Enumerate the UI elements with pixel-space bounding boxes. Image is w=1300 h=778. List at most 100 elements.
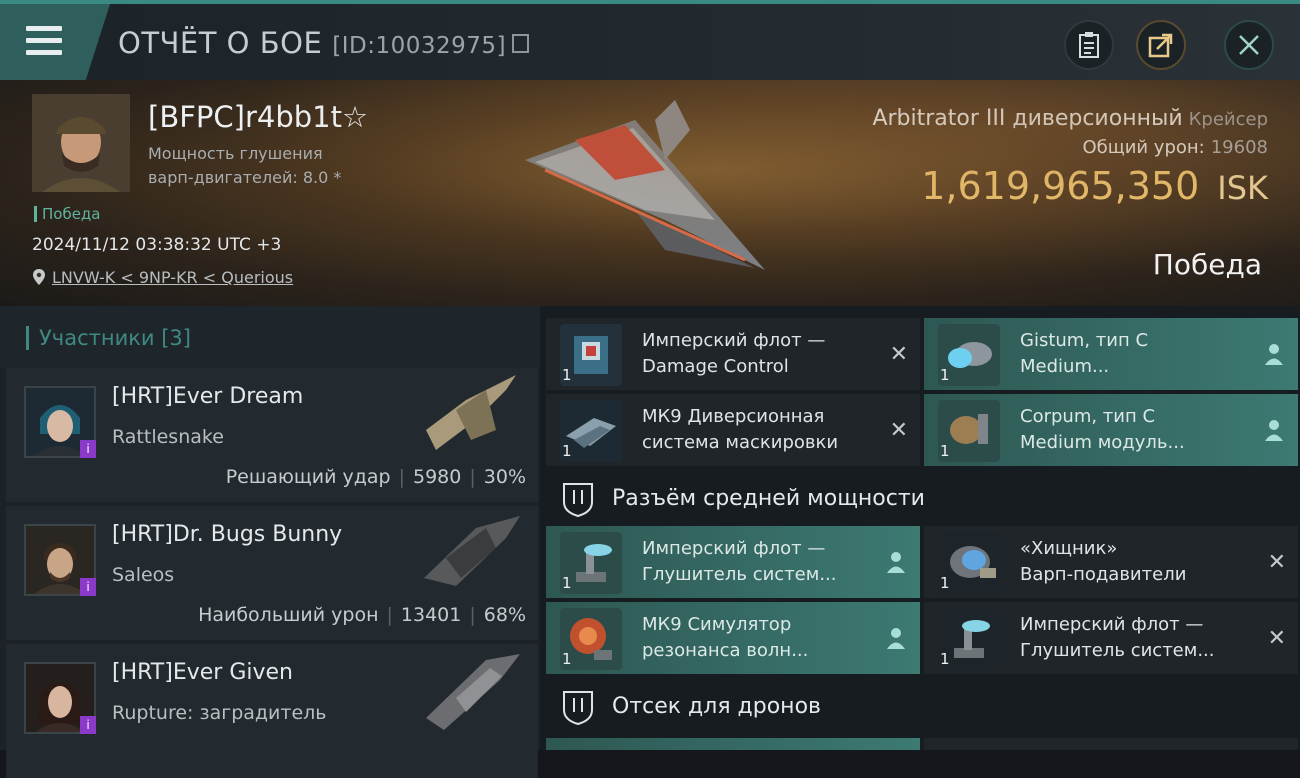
item-quantity: 1 bbox=[940, 650, 950, 668]
hamburger-icon bbox=[26, 26, 62, 62]
item-quantity: 1 bbox=[562, 650, 572, 668]
close-icon bbox=[1239, 35, 1259, 55]
participant-stat-label: Решающий удар bbox=[225, 466, 391, 488]
victim-avatar[interactable] bbox=[32, 94, 130, 192]
shield-slot-icon bbox=[563, 483, 593, 518]
battle-location[interactable]: LNVW-K < 9NP-KR < Querious bbox=[32, 268, 293, 287]
item-name-line1: Имперский флот — bbox=[1020, 614, 1204, 635]
item-name-line1: Имперский флот — bbox=[642, 538, 826, 559]
participants-header[interactable]: Участники [3] bbox=[0, 306, 540, 368]
item-name-line2: Damage Control bbox=[642, 356, 789, 377]
participant-name[interactable]: [HRT]Ever Given bbox=[112, 660, 293, 685]
participant-stat: Решающий удар | 5980 | 30% bbox=[226, 466, 526, 488]
person-icon bbox=[1265, 420, 1283, 441]
participant-stat-label: Наибольший урон bbox=[198, 604, 379, 626]
item-name-line1: МК9 Диверсионная bbox=[642, 406, 825, 427]
battle-datetime: 2024/11/12 03:38:32 UTC +3 bbox=[32, 235, 282, 255]
isk-value-line: 1,619,965,350 ISK bbox=[872, 164, 1268, 208]
victim-ship-info: Arbitrator III диверсионный Крейсер Общий… bbox=[872, 106, 1268, 208]
participants-panel: Участники [3] i [HRT]Ever Dream Rattlesn… bbox=[0, 306, 540, 778]
top-bar: ОТЧЁТ О БОЕ [ID:10032975] bbox=[0, 0, 1300, 80]
participant-row[interactable]: i [HRT]Ever Dream Rattlesnake Решающий у… bbox=[6, 368, 538, 502]
destroyed-icon: ✕ bbox=[1267, 626, 1286, 651]
info-badge-icon: i bbox=[80, 440, 96, 458]
item-quantity: 1 bbox=[562, 366, 572, 384]
close-button[interactable] bbox=[1224, 20, 1274, 70]
participant-name[interactable]: [HRT]Ever Dream bbox=[112, 384, 303, 409]
participant-ship: Rupture: заградитель bbox=[112, 702, 327, 724]
fitting-slot[interactable]: 1 «Хищник» Варп-подавители ✕ bbox=[924, 526, 1298, 598]
copy-icon[interactable] bbox=[512, 33, 530, 53]
menu-button[interactable] bbox=[0, 4, 110, 80]
person-icon bbox=[1265, 344, 1283, 365]
item-name-line1: Corpum, тип C bbox=[1020, 406, 1156, 427]
location-link[interactable]: LNVW-K < 9NP-KR < Querious bbox=[52, 268, 293, 287]
item-name-line2: Глушитель систем... bbox=[1020, 640, 1215, 661]
participant-ship: Rattlesnake bbox=[112, 426, 224, 448]
total-damage-value: 19608 bbox=[1210, 137, 1268, 158]
section-mid-slots[interactable]: Разъём средней мощности bbox=[546, 472, 1300, 526]
item-name-line1: «Хищник» bbox=[1020, 538, 1118, 559]
participant-percent: 30% bbox=[483, 466, 526, 488]
fittings-panel: 1 Имперский флот — Damage Control ✕ 1 Gi… bbox=[540, 306, 1300, 750]
page-title-text: ОТЧЁТ О БОЕ bbox=[118, 26, 323, 60]
item-name-line1: МК9 Симулятор bbox=[642, 614, 792, 635]
item-name-line2: Medium модуль... bbox=[1020, 432, 1185, 453]
fitting-slot[interactable]: 1 МК9 Диверсионная система маскировки ✕ bbox=[546, 394, 920, 466]
fitting-slot[interactable]: 1 Corpum, тип C Medium модуль... bbox=[924, 394, 1298, 466]
stat-divider: | bbox=[386, 604, 393, 626]
info-badge-icon: i bbox=[80, 578, 96, 596]
participant-ship: Saleos bbox=[112, 564, 175, 586]
stat-divider: | bbox=[469, 466, 476, 488]
status-tag: Победа bbox=[34, 206, 101, 222]
victim-ship-image bbox=[525, 100, 765, 270]
info-badge-icon: i bbox=[80, 716, 96, 734]
fitting-slot[interactable]: 1 Имперский флот — Глушитель систем... bbox=[546, 526, 920, 598]
item-name-line1: Gistum, тип C bbox=[1020, 330, 1149, 351]
stat-divider: | bbox=[398, 466, 405, 488]
clipboard-icon bbox=[1079, 32, 1099, 58]
section-drone-bay[interactable]: Отсек для дронов bbox=[546, 680, 1300, 734]
destroyed-icon: ✕ bbox=[889, 418, 908, 443]
item-quantity: 1 bbox=[562, 574, 572, 592]
fitting-slot[interactable] bbox=[546, 738, 920, 750]
person-icon bbox=[887, 628, 905, 649]
victim-summary: [BFPC]r4bb1t☆ Мощность глушения варп-дви… bbox=[0, 80, 1300, 306]
ship-name[interactable]: Arbitrator III диверсионный bbox=[872, 106, 1182, 131]
item-name-line2: Глушитель систем... bbox=[642, 564, 837, 585]
page-title: ОТЧЁТ О БОЕ [ID:10032975] bbox=[118, 26, 530, 60]
participant-row[interactable]: i [HRT]Dr. Bugs Bunny Saleos Наибольший … bbox=[6, 506, 538, 640]
item-quantity: 1 bbox=[940, 442, 950, 460]
participant-ship-image bbox=[424, 516, 520, 586]
isk-unit: ISK bbox=[1217, 169, 1268, 207]
victim-name[interactable]: [BFPC]r4bb1t☆ bbox=[148, 100, 368, 134]
section-label: Отсек для дронов bbox=[612, 694, 821, 719]
participant-stat: Наибольший урон | 13401 | 68% bbox=[198, 604, 526, 626]
section-label: Разъём средней мощности bbox=[612, 486, 925, 511]
total-damage: Общий урон: 19608 bbox=[872, 137, 1268, 158]
stat-divider: | bbox=[469, 604, 476, 626]
share-button[interactable] bbox=[1136, 20, 1186, 70]
victim-stat: Мощность глушения варп-двигателей: 8.0 * bbox=[148, 142, 341, 190]
participant-name[interactable]: [HRT]Dr. Bugs Bunny bbox=[112, 522, 342, 547]
participant-ship-image bbox=[426, 654, 520, 730]
participants-header-label: Участники [3] bbox=[26, 326, 191, 350]
victim-stat-line1: Мощность глушения bbox=[148, 144, 323, 163]
fitting-slot[interactable]: 1 МК9 Симулятор резонанса волн... bbox=[546, 602, 920, 674]
isk-value: 1,619,965,350 bbox=[921, 164, 1200, 208]
fitting-slot[interactable] bbox=[924, 738, 1298, 750]
shield-slot-icon bbox=[563, 691, 593, 726]
ship-name-line: Arbitrator III диверсионный Крейсер bbox=[872, 106, 1268, 131]
fitting-slot[interactable]: 1 Gistum, тип C Medium... bbox=[924, 318, 1298, 390]
participant-damage: 5980 bbox=[413, 466, 462, 488]
fitting-slot[interactable]: 1 Имперский флот — Глушитель систем... ✕ bbox=[924, 602, 1298, 674]
participant-row[interactable]: i [HRT]Ever Given Rupture: заградитель bbox=[6, 644, 538, 778]
total-damage-label: Общий урон: bbox=[1082, 137, 1205, 158]
share-icon bbox=[1148, 33, 1173, 58]
item-name-line2: Medium... bbox=[1020, 356, 1110, 377]
report-id: [ID:10032975] bbox=[332, 33, 507, 59]
item-quantity: 1 bbox=[562, 442, 572, 460]
participant-ship-image bbox=[426, 375, 516, 450]
fitting-slot[interactable]: 1 Имперский флот — Damage Control ✕ bbox=[546, 318, 920, 390]
clipboard-button[interactable] bbox=[1064, 20, 1114, 70]
